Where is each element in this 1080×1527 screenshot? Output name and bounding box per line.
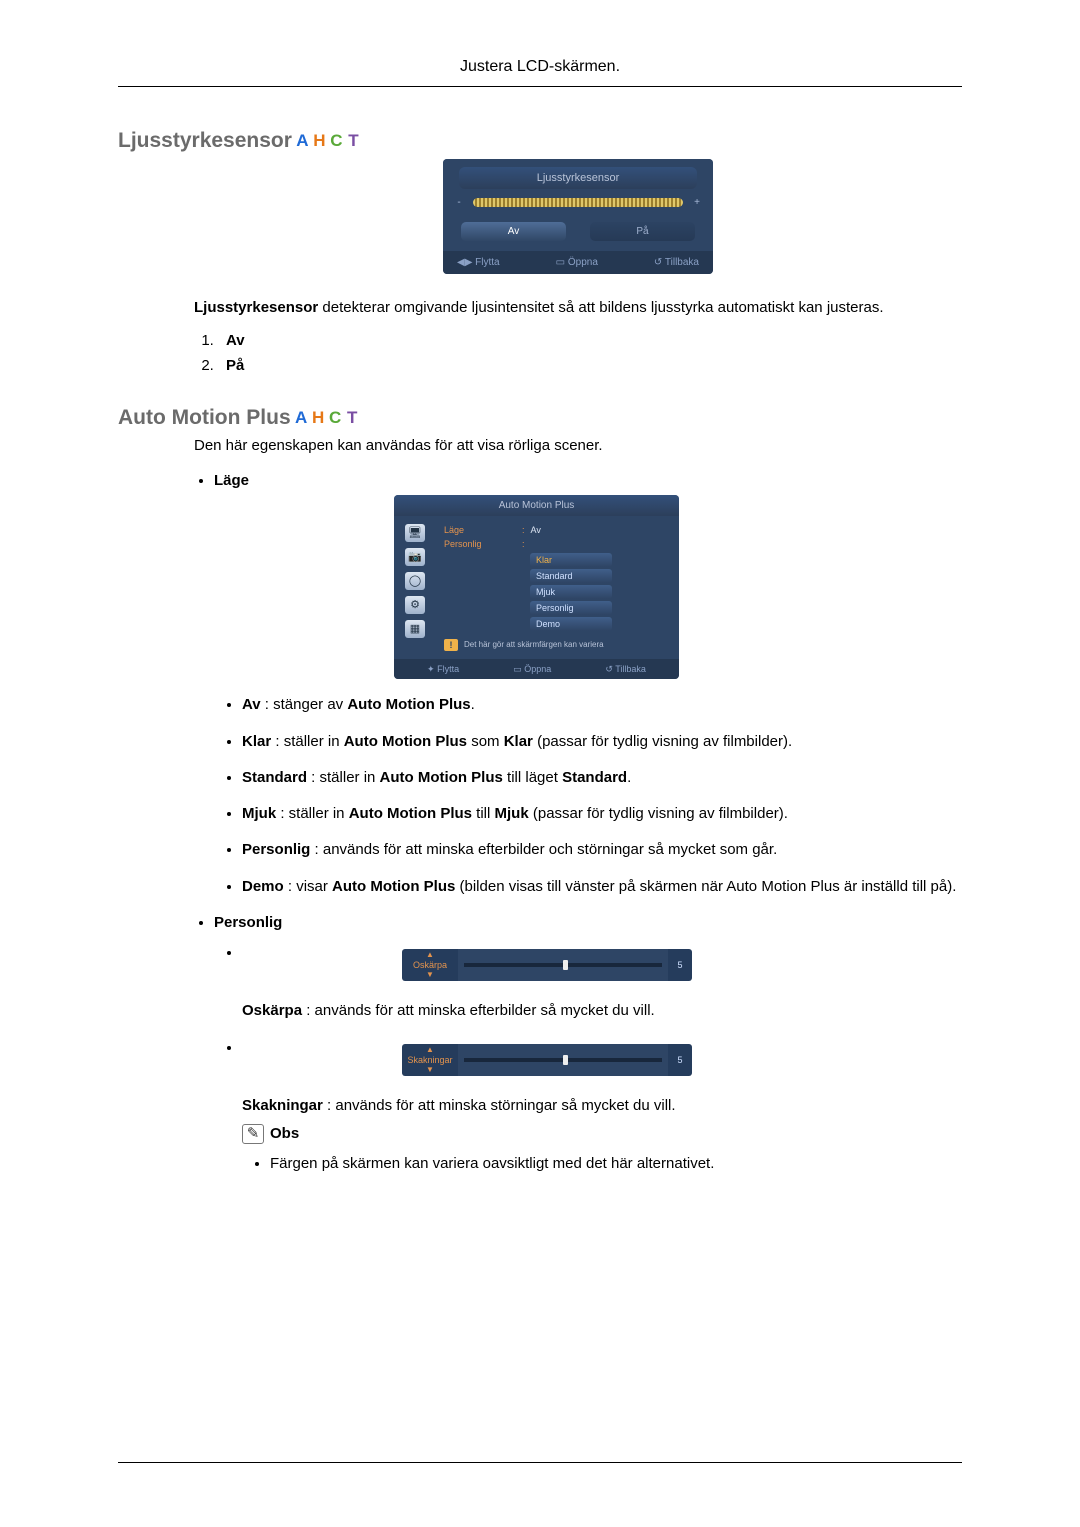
section1-desc: Ljusstyrkesensor detekterar omgivande lj… — [194, 298, 962, 318]
foot-open: ▭ Öppna — [556, 257, 598, 268]
osd-opt-mjuk[interactable]: Mjuk — [530, 585, 612, 599]
slider-label: Skakningar — [407, 1054, 452, 1066]
osd-title: Ljusstyrkesensor — [459, 167, 697, 189]
mode-options: Av : stänger av Auto Motion Plus. Klar :… — [242, 695, 962, 897]
foot-back: ↺ Tillbaka — [654, 257, 699, 268]
mode-root: Läge Auto Motion Plus 🖥 📷 ◯ ⚙ ▦ — [214, 471, 962, 1175]
mode-label: Läge — [214, 472, 249, 489]
osd-warning: ! Det här gör att skärmfärgen kan varier… — [444, 639, 671, 651]
foot-move: ◀▶ Flytta — [457, 257, 500, 268]
gear-icon[interactable]: ⚙ — [405, 596, 425, 614]
foot-move: ✦ Flytta — [427, 663, 459, 675]
osd-opt-demo[interactable]: Demo — [530, 617, 612, 631]
osd-title: Auto Motion Plus — [394, 495, 679, 517]
stack-icon[interactable]: ▦ — [405, 620, 425, 638]
personlig-label: Personlig — [214, 914, 282, 931]
osd-opt-standard[interactable]: Standard — [530, 569, 612, 583]
list-item: Av — [218, 332, 962, 349]
personlig-item: Personlig ▲ Oskärpa ▼ 5 Oskärpa : — [214, 913, 962, 1175]
osd-row-personlig: Personlig: — [444, 538, 671, 550]
slider-handle[interactable] — [563, 960, 568, 970]
obs-list: Färgen på skärmen kan variera oavsiktlig… — [270, 1154, 962, 1174]
list-item: Personlig : används för att minska efter… — [242, 840, 962, 860]
list-item: Klar : ställer in Auto Motion Plus som K… — [242, 732, 962, 752]
osd-footer: ✦ Flytta ▭ Öppna ↺ Tillbaka — [394, 659, 679, 679]
page-footer — [118, 1462, 962, 1463]
personlig-sliders: ▲ Oskärpa ▼ 5 Oskärpa : används för att … — [242, 943, 962, 1174]
list-item: Standard : ställer in Auto Motion Plus t… — [242, 768, 962, 788]
osd-opt-personlig[interactable]: Personlig — [530, 601, 612, 615]
foot-back: ↺ Tillbaka — [605, 663, 646, 675]
obs-label: Obs — [270, 1124, 299, 1144]
title-text: Auto Motion Plus — [118, 406, 291, 430]
list-item: ▲ Skakningar ▼ 5 Skakningar : används fö… — [242, 1038, 962, 1175]
ahct-icon: AHCT — [293, 408, 361, 428]
page-header: Justera LCD-skärmen. — [118, 58, 962, 87]
list-item: På — [218, 357, 962, 374]
slider-handle[interactable] — [563, 1055, 568, 1065]
list-item: Demo : visar Auto Motion Plus (bilden vi… — [242, 877, 962, 897]
brightness-slider[interactable] — [473, 198, 683, 207]
osd-side-icons: 🖥 📷 ◯ ⚙ ▦ — [394, 516, 436, 659]
obs-row: ✎ Obs — [242, 1124, 962, 1144]
list-item: Färgen på skärmen kan variera oavsiktlig… — [270, 1154, 962, 1174]
option-av[interactable]: Av — [461, 222, 566, 241]
minus-icon[interactable]: - — [453, 197, 465, 208]
osd-ljusstyrkesensor: Ljusstyrkesensor - + Av På ◀▶ Flytta ▭ Ö… — [443, 159, 713, 274]
title-text: Ljusstyrkesensor — [118, 129, 292, 153]
photo-icon[interactable]: 📷 — [405, 548, 425, 566]
osd-opt-klar[interactable]: Klar — [530, 553, 612, 567]
osd-slider-row: - + — [451, 189, 705, 222]
chevron-up-icon[interactable]: ▲ — [426, 951, 434, 959]
osd-automotionplus: Auto Motion Plus 🖥 📷 ◯ ⚙ ▦ Läge: — [394, 495, 679, 680]
section2-intro: Den här egenskapen kan användas för att … — [194, 436, 962, 456]
slider-value: 5 — [668, 1044, 692, 1076]
circle-icon[interactable]: ◯ — [405, 572, 425, 590]
section2-content: Den här egenskapen kan användas för att … — [194, 436, 962, 1174]
slider-skakningar[interactable]: ▲ Skakningar ▼ 5 — [402, 1044, 692, 1076]
foot-open: ▭ Öppna — [513, 663, 551, 675]
section-title-automotionplus: Auto Motion Plus AHCT — [118, 406, 962, 430]
list-item: Av : stänger av Auto Motion Plus. — [242, 695, 962, 715]
picture-icon[interactable]: 🖥 — [405, 524, 425, 542]
warning-icon: ! — [444, 639, 458, 651]
ahct-icon: AHCT — [294, 131, 362, 151]
section-title-ljusstyrkesensor: Ljusstyrkesensor AHCT — [118, 129, 962, 153]
document-page: Justera LCD-skärmen. Ljusstyrkesensor AH… — [0, 0, 1080, 1527]
chevron-down-icon[interactable]: ▼ — [426, 1066, 434, 1074]
osd-options: Av På — [451, 222, 705, 251]
slider-oskarpa[interactable]: ▲ Oskärpa ▼ 5 — [402, 949, 692, 981]
section1-list: Av På — [218, 332, 962, 374]
plus-icon[interactable]: + — [691, 197, 703, 208]
list-item: Mjuk : ställer in Auto Motion Plus till … — [242, 804, 962, 824]
mode-item: Läge Auto Motion Plus 🖥 📷 ◯ ⚙ ▦ — [214, 471, 962, 897]
osd-footer: ◀▶ Flytta ▭ Öppna ↺ Tillbaka — [443, 251, 713, 274]
chevron-up-icon[interactable]: ▲ — [426, 1046, 434, 1054]
list-item: ▲ Oskärpa ▼ 5 Oskärpa : används för att … — [242, 943, 962, 1021]
section1-content: Ljusstyrkesensor - + Av På ◀▶ Flytta ▭ Ö… — [194, 159, 962, 374]
note-icon: ✎ — [242, 1124, 264, 1144]
slider-value: 5 — [668, 949, 692, 981]
chevron-down-icon[interactable]: ▼ — [426, 971, 434, 979]
option-pa[interactable]: På — [590, 222, 695, 241]
osd-row-mode: Läge: Av — [444, 524, 671, 536]
